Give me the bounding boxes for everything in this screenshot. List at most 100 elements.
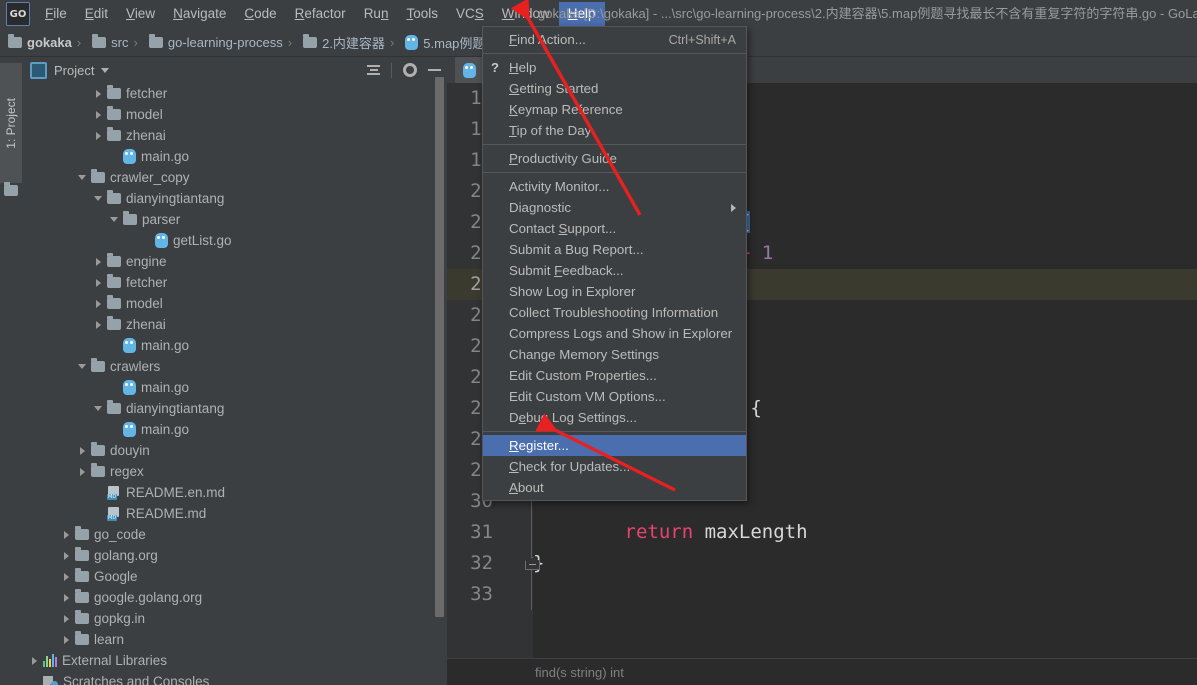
project-tree-scrollbar[interactable]: [435, 71, 444, 641]
menu-view[interactable]: View: [117, 2, 164, 26]
chevron-right-icon[interactable]: [94, 278, 103, 287]
help-dropdown-menu[interactable]: Find Action... Ctrl+Shift+A ? Help Getting S…: [482, 26, 747, 501]
tree-item[interactable]: main.go: [22, 377, 447, 398]
help-menu-item-show-log-in-explorer[interactable]: Show Log in Explorer: [483, 281, 746, 302]
chevron-down-icon[interactable]: [94, 194, 103, 203]
help-menu-item-keymap-reference[interactable]: Keymap Reference: [483, 99, 746, 120]
chevron-right-icon[interactable]: [62, 551, 71, 560]
tree-item[interactable]: Google: [22, 566, 447, 587]
chevron-right-icon[interactable]: [94, 299, 103, 308]
tree-item[interactable]: model: [22, 104, 447, 125]
tree-item[interactable]: parser: [22, 209, 447, 230]
help-menu-item-change-memory-settings[interactable]: Change Memory Settings: [483, 344, 746, 365]
tree-item[interactable]: getList.go: [22, 230, 447, 251]
tree-item[interactable]: regex: [22, 461, 447, 482]
help-menu-item-collect-troubleshooting-information[interactable]: Collect Troubleshooting Information: [483, 302, 746, 323]
tree-item[interactable]: gopkg.in: [22, 608, 447, 629]
menu-refactor[interactable]: Refactor: [286, 2, 355, 26]
tree-item[interactable]: main.go: [22, 419, 447, 440]
tree-item[interactable]: douyin: [22, 440, 447, 461]
breadcrumb-item-2[interactable]: go-learning-process: [141, 33, 285, 50]
chevron-right-icon[interactable]: [94, 131, 103, 140]
chevron-down-icon[interactable]: [78, 173, 87, 182]
tree-item-label: learn: [94, 632, 125, 647]
tree-item[interactable]: go_code: [22, 524, 447, 545]
menu-file[interactable]: File: [36, 2, 76, 26]
help-menu-item-tip-of-the-day[interactable]: Tip of the Day: [483, 120, 746, 141]
tree-item[interactable]: zhenai: [22, 314, 447, 335]
help-menu-item-label: Getting Started: [509, 81, 599, 96]
menu-code[interactable]: Code: [235, 2, 285, 26]
chevron-right-icon[interactable]: [62, 635, 71, 644]
help-menu-item-edit-custom-properties[interactable]: Edit Custom Properties...: [483, 365, 746, 386]
project-tree[interactable]: fetcher model zhenai main.go crawler_copy dia…: [22, 83, 447, 685]
chevron-right-icon[interactable]: [30, 656, 39, 665]
help-menu-item-edit-custom-vm-options[interactable]: Edit Custom VM Options...: [483, 386, 746, 407]
breadcrumb-item-1[interactable]: src: [84, 33, 130, 50]
sidebar-tab-project[interactable]: 1: Project: [0, 63, 22, 183]
tree-item[interactable]: crawler_copy: [22, 167, 447, 188]
menu-navigate[interactable]: Navigate: [164, 2, 235, 26]
tree-item[interactable]: learn: [22, 629, 447, 650]
chevron-right-icon[interactable]: [62, 593, 71, 602]
scrollbar-thumb[interactable]: [435, 77, 444, 617]
chevron-right-icon[interactable]: [94, 89, 103, 98]
tree-item[interactable]: dianyingtiantang: [22, 188, 447, 209]
menu-edit[interactable]: Edit: [76, 2, 117, 26]
tree-item[interactable]: README.en.md: [22, 482, 447, 503]
tree-item[interactable]: dianyingtiantang: [22, 398, 447, 419]
tree-item[interactable]: README.md: [22, 503, 447, 524]
breadcrumb-item-0[interactable]: gokaka: [0, 33, 74, 50]
tree-item[interactable]: fetcher: [22, 83, 447, 104]
help-menu-item-help[interactable]: ? Help: [483, 57, 746, 78]
help-menu-item-compress-logs-and-show-in-explorer[interactable]: Compress Logs and Show in Explorer: [483, 323, 746, 344]
help-menu-item-activity-monitor[interactable]: Activity Monitor...: [483, 176, 746, 197]
help-menu-item-register[interactable]: Register...: [483, 435, 746, 456]
chevron-down-icon[interactable]: [110, 215, 119, 224]
breadcrumb-separator: ›: [133, 34, 138, 50]
chevron-down-icon[interactable]: [101, 67, 110, 73]
chevron-down-icon[interactable]: [78, 362, 87, 371]
tree-item[interactable]: crawlers: [22, 356, 447, 377]
help-menu-item-productivity-guide[interactable]: Productivity Guide: [483, 148, 746, 169]
help-menu-item-getting-started[interactable]: Getting Started: [483, 78, 746, 99]
help-menu-item-check-for-updates[interactable]: Check for Updates...: [483, 456, 746, 477]
tree-item[interactable]: fetcher: [22, 272, 447, 293]
tree-item[interactable]: engine: [22, 251, 447, 272]
menu-run[interactable]: Run: [355, 2, 398, 26]
chevron-right-icon[interactable]: [62, 614, 71, 623]
help-menu-item-about[interactable]: About: [483, 477, 746, 498]
tree-item[interactable]: model: [22, 293, 447, 314]
tree-item[interactable]: main.go: [22, 146, 447, 167]
menu-vcs[interactable]: VCS: [447, 2, 493, 26]
tree-item[interactable]: main.go: [22, 335, 447, 356]
menu-tools[interactable]: Tools: [397, 2, 447, 26]
help-menu-item-submit-feedback[interactable]: Submit Feedback...: [483, 260, 746, 281]
tree-item[interactable]: zhenai: [22, 125, 447, 146]
chevron-right-icon[interactable]: [62, 530, 71, 539]
tree-item[interactable]: golang.org: [22, 545, 447, 566]
submenu-arrow-icon: [731, 203, 736, 212]
project-panel: Project fetcher model zhenai main.go crawler…: [22, 57, 447, 685]
gear-icon[interactable]: [403, 63, 417, 77]
chevron-right-icon[interactable]: [62, 572, 71, 581]
collapse-all-icon[interactable]: [367, 64, 380, 76]
chevron-right-icon[interactable]: [78, 446, 87, 455]
tree-item[interactable]: Scratches and Consoles: [22, 671, 447, 685]
fold-marker-outer[interactable]: [525, 557, 540, 571]
chevron-down-icon[interactable]: [94, 404, 103, 413]
help-menu-item-debug-log-settings[interactable]: Debug Log Settings...: [483, 407, 746, 428]
help-menu-item-diagnostic[interactable]: Diagnostic: [483, 197, 746, 218]
chevron-right-icon[interactable]: [94, 320, 103, 329]
help-menu-item-contact-support[interactable]: Contact Support...: [483, 218, 746, 239]
chevron-right-icon[interactable]: [94, 110, 103, 119]
breadcrumb-item-3[interactable]: 2.内建容器: [295, 33, 387, 52]
help-menu-item-find-action[interactable]: Find Action... Ctrl+Shift+A: [483, 29, 746, 50]
tree-item[interactable]: External Libraries: [22, 650, 447, 671]
chevron-right-icon[interactable]: [94, 257, 103, 266]
help-menu-item-label: Submit a Bug Report...: [509, 242, 644, 257]
chevron-right-icon[interactable]: [78, 467, 87, 476]
tree-item[interactable]: google.golang.org: [22, 587, 447, 608]
help-menu-item-submit-a-bug-report[interactable]: Submit a Bug Report...: [483, 239, 746, 260]
